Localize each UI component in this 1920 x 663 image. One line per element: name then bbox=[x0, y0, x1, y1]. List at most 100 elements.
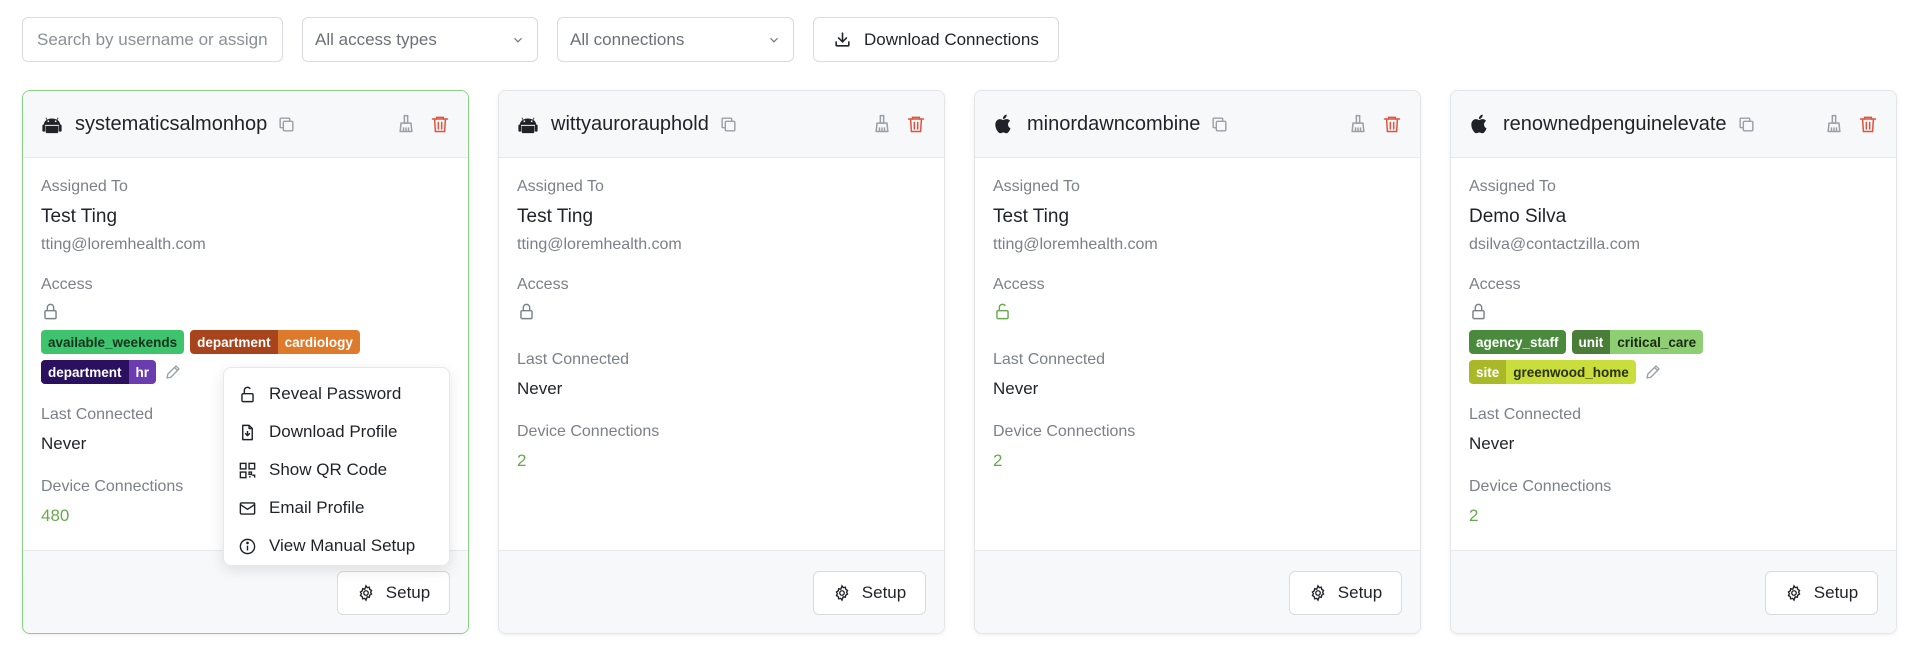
setup-label: Setup bbox=[1813, 583, 1859, 602]
setup-button[interactable]: Setup bbox=[813, 571, 926, 615]
broom-icon[interactable] bbox=[872, 113, 892, 135]
apple-icon bbox=[995, 114, 1011, 134]
access-tag: department hr bbox=[41, 360, 157, 384]
android-icon bbox=[42, 117, 62, 134]
connection-card[interactable]: renownedpenguinelevate Assigned To Demo … bbox=[1450, 90, 1897, 634]
card-actions bbox=[872, 113, 926, 135]
card-footer: Setup bbox=[1451, 550, 1896, 633]
search-input[interactable] bbox=[22, 17, 283, 62]
connection-card[interactable]: minordawncombine Assigned To Test Ting t… bbox=[974, 90, 1421, 634]
access-tag: agency_staff bbox=[1469, 330, 1566, 354]
assignee-name: Test Ting bbox=[41, 206, 118, 227]
setup-button[interactable]: Setup bbox=[1765, 571, 1878, 615]
card-header: systematicsalmonhop bbox=[23, 91, 468, 158]
menu-item-label: Reveal Password bbox=[269, 384, 402, 403]
trash-icon[interactable] bbox=[430, 113, 450, 135]
assignee-name: Test Ting bbox=[517, 206, 594, 227]
trash-icon[interactable] bbox=[1382, 113, 1402, 135]
assigned-to-label: Assigned To bbox=[41, 178, 128, 195]
toolbar: All access types All connections Downloa… bbox=[22, 17, 1059, 62]
device-connections-label: Device Connections bbox=[993, 423, 1136, 440]
trash-icon[interactable] bbox=[1858, 113, 1878, 135]
connection-name: renownedpenguinelevate bbox=[1503, 112, 1727, 135]
connection-name: wittyaurorauphold bbox=[551, 112, 709, 135]
profile-actions-menu: Reveal Password Download Profile Show QR… bbox=[223, 367, 450, 566]
card-actions bbox=[1824, 113, 1878, 135]
card-header: minordawncombine bbox=[975, 91, 1420, 158]
assignee-email: dsilva@contactzilla.com bbox=[1469, 236, 1640, 253]
card-actions bbox=[396, 113, 450, 135]
device-connections-value: 2 bbox=[993, 451, 1003, 470]
access-label: Access bbox=[517, 276, 569, 293]
connection-name: systematicsalmonhop bbox=[75, 112, 268, 135]
last-connected-label: Last Connected bbox=[517, 351, 630, 368]
chevron-down-icon bbox=[514, 37, 522, 43]
access-tag-part: cardiology bbox=[277, 330, 360, 354]
broom-icon[interactable] bbox=[1348, 113, 1368, 135]
menu-item-label: Show QR Code bbox=[269, 460, 388, 479]
access-tag-part: critical_care bbox=[1610, 330, 1704, 354]
access-type-select[interactable]: All access types bbox=[302, 17, 538, 62]
assigned-to-label: Assigned To bbox=[517, 178, 604, 195]
menu-item-reveal-password[interactable]: Reveal Password bbox=[224, 375, 449, 413]
assignee-email: tting@loremhealth.com bbox=[993, 236, 1158, 253]
gear-icon bbox=[359, 584, 373, 602]
copy-icon[interactable] bbox=[719, 115, 738, 134]
access-tag-part: greenwood_home bbox=[1506, 360, 1636, 384]
menu-item-label: View Manual Setup bbox=[269, 536, 416, 555]
access-label: Access bbox=[993, 276, 1045, 293]
assignee-name: Demo Silva bbox=[1469, 206, 1567, 227]
copy-icon[interactable] bbox=[1210, 115, 1229, 134]
mail-icon bbox=[239, 501, 256, 515]
card-footer: Setup bbox=[499, 550, 944, 633]
last-connected-value: Never bbox=[517, 379, 563, 398]
last-connected-value: Never bbox=[1469, 434, 1515, 453]
access-tag-part: available_weekends bbox=[41, 330, 185, 354]
assignee-email: tting@loremhealth.com bbox=[517, 236, 682, 253]
unlock-icon bbox=[241, 386, 254, 402]
setup-button[interactable]: Setup bbox=[337, 571, 450, 615]
qr-code-icon bbox=[239, 462, 256, 478]
card-body: Assigned To Test Ting tting@loremhealth.… bbox=[499, 158, 944, 553]
setup-button[interactable]: Setup bbox=[1289, 571, 1402, 615]
menu-item-download-profile[interactable]: Download Profile bbox=[224, 413, 449, 451]
access-type-select-value: All access types bbox=[315, 29, 437, 49]
access-tag: available_weekends bbox=[41, 330, 185, 354]
menu-item-show-qr-code[interactable]: Show QR Code bbox=[224, 451, 449, 489]
access-tag-part: department bbox=[41, 360, 129, 384]
access-tag-part: site bbox=[1469, 360, 1507, 384]
broom-icon[interactable] bbox=[396, 113, 416, 135]
chevron-down-icon bbox=[770, 37, 778, 43]
access-tag-part: agency_staff bbox=[1469, 330, 1566, 354]
copy-icon[interactable] bbox=[277, 115, 296, 134]
device-connections-label: Device Connections bbox=[1469, 478, 1612, 495]
access-tag: department cardiology bbox=[190, 330, 360, 354]
assignee-name: Test Ting bbox=[993, 206, 1070, 227]
apple-icon bbox=[1471, 114, 1487, 134]
pencil-icon[interactable] bbox=[1644, 363, 1662, 381]
gear-icon bbox=[1787, 584, 1801, 602]
lock-icon bbox=[1472, 303, 1485, 320]
device-connections-value: 2 bbox=[1469, 506, 1479, 525]
access-tag: site greenwood_home bbox=[1469, 360, 1636, 384]
setup-label: Setup bbox=[1337, 583, 1383, 602]
file-download-icon bbox=[242, 424, 253, 440]
download-connections-button[interactable]: Download Connections bbox=[813, 17, 1059, 62]
gear-icon bbox=[835, 584, 849, 602]
card-header: renownedpenguinelevate bbox=[1451, 91, 1896, 158]
connection-card[interactable]: wittyaurorauphold Assigned To Test Ting … bbox=[498, 90, 945, 634]
connections-select[interactable]: All connections bbox=[557, 17, 794, 62]
pencil-icon[interactable] bbox=[164, 363, 182, 381]
trash-icon[interactable] bbox=[906, 113, 926, 135]
broom-icon[interactable] bbox=[1824, 113, 1844, 135]
download-connections-label: Download Connections bbox=[864, 29, 1039, 49]
menu-item-email-profile[interactable]: Email Profile bbox=[224, 489, 449, 527]
copy-icon[interactable] bbox=[1737, 115, 1756, 134]
menu-item-view-manual-setup[interactable]: View Manual Setup bbox=[224, 527, 449, 565]
setup-label: Setup bbox=[861, 583, 907, 602]
card-header: wittyaurorauphold bbox=[499, 91, 944, 158]
android-icon bbox=[518, 117, 538, 134]
device-connections-label: Device Connections bbox=[517, 423, 660, 440]
menu-item-label: Download Profile bbox=[269, 422, 398, 441]
lock-icon bbox=[44, 303, 57, 320]
